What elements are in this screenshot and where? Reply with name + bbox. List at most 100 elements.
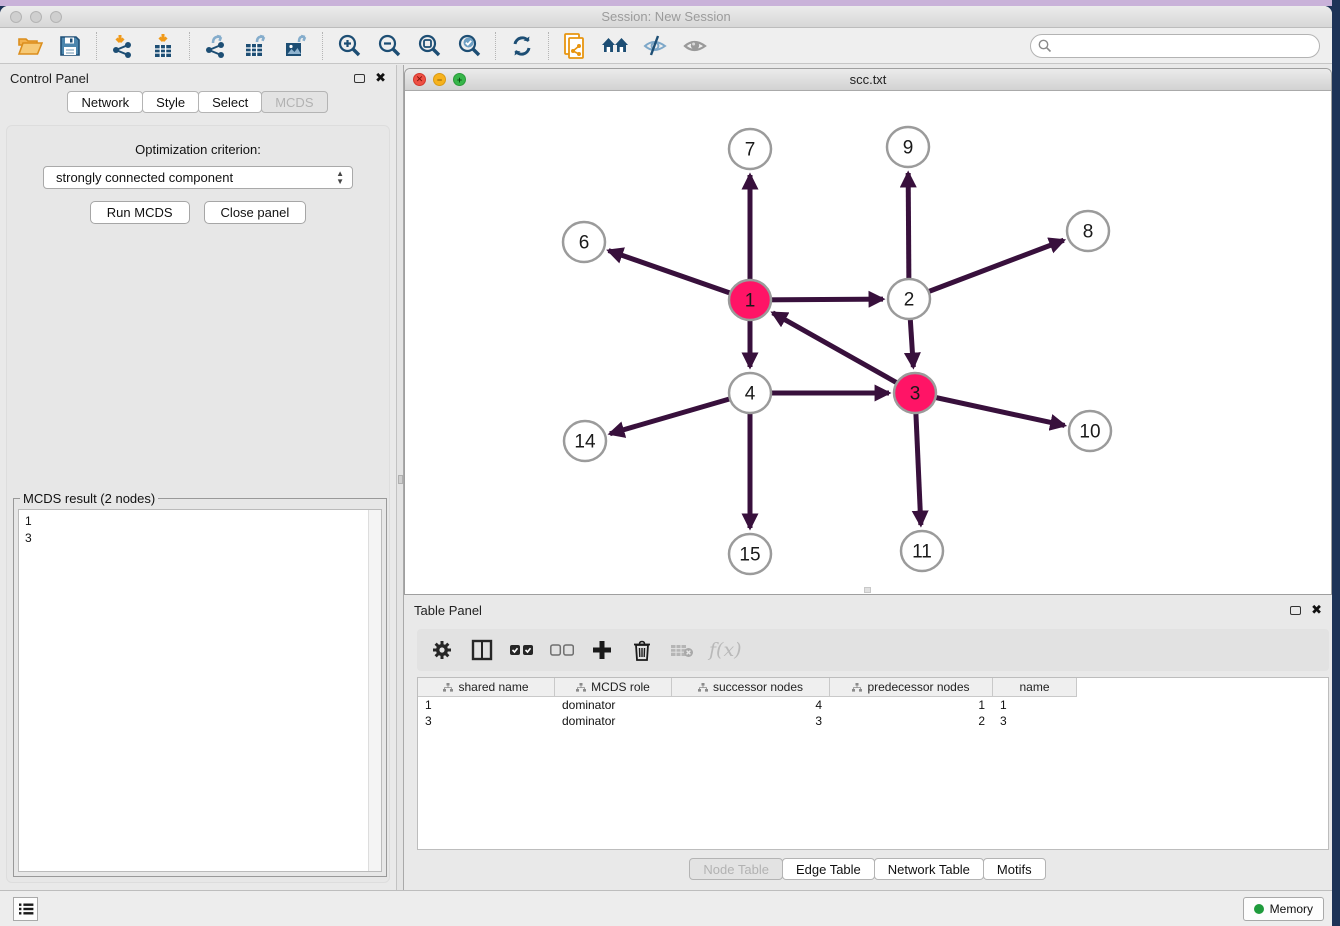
tab-select[interactable]: Select: [198, 91, 262, 113]
network-maximize-button[interactable]: +: [453, 73, 466, 86]
table-cell[interactable]: 3: [993, 713, 1077, 729]
result-scrollbar[interactable]: [368, 510, 381, 871]
optimization-criterion-label: Optimization criterion:: [7, 142, 389, 157]
table-cell[interactable]: dominator: [555, 697, 672, 713]
graph-node-11[interactable]: 11: [901, 531, 943, 571]
zoom-selected-button[interactable]: [454, 32, 484, 60]
table-header-row: shared nameMCDS rolesuccessor nodesprede…: [418, 678, 1328, 697]
column-header-MCDS-role[interactable]: MCDS role: [555, 678, 672, 697]
canvas-grip[interactable]: [864, 587, 871, 593]
attribute-icon: [852, 683, 862, 692]
export-network-button[interactable]: [201, 32, 231, 60]
delete-column-button[interactable]: [629, 637, 655, 663]
show-elements-button[interactable]: [680, 32, 710, 60]
layout-homes-button[interactable]: [600, 32, 630, 60]
column-header-shared-name[interactable]: shared name: [418, 678, 555, 697]
graph-node-6[interactable]: 6: [563, 222, 605, 262]
graph-node-7[interactable]: 7: [729, 129, 771, 169]
table-cell[interactable]: 3: [418, 713, 555, 729]
eye-slash-icon: [641, 34, 669, 58]
table-cell[interactable]: 2: [830, 713, 993, 729]
search-input[interactable]: [1030, 34, 1320, 58]
graph-node-8[interactable]: 8: [1067, 211, 1109, 251]
graph-node-9[interactable]: 9: [887, 127, 929, 167]
float-panel-icon[interactable]: [354, 74, 365, 83]
close-panel-icon[interactable]: ✖: [375, 73, 386, 83]
unselect-all-columns-button[interactable]: [549, 637, 575, 663]
panel-splitter[interactable]: [396, 65, 404, 890]
table-cell[interactable]: 1: [993, 697, 1077, 713]
task-history-button[interactable]: [13, 897, 38, 921]
graph-edge-3-1[interactable]: [773, 313, 915, 393]
table-row[interactable]: 3dominator323: [418, 713, 1328, 729]
import-network-button[interactable]: [108, 32, 138, 60]
graph-edge-1-6[interactable]: [609, 251, 750, 300]
table-tabs: Node TableEdge TableNetwork TableMotifs: [404, 858, 1332, 880]
import-table-button[interactable]: [148, 32, 178, 60]
tab-motifs[interactable]: Motifs: [983, 858, 1046, 880]
zoom-selected-icon: [457, 33, 482, 58]
float-table-panel-icon[interactable]: [1290, 606, 1301, 615]
export-image-button[interactable]: [281, 32, 311, 60]
select-all-columns-button[interactable]: [509, 637, 535, 663]
table-cell[interactable]: 1: [418, 697, 555, 713]
column-header-predecessor-nodes[interactable]: predecessor nodes: [830, 678, 993, 697]
open-session-button[interactable]: [15, 32, 45, 60]
zoom-out-button[interactable]: [374, 32, 404, 60]
save-session-button[interactable]: [55, 32, 85, 60]
graph-node-label: 7: [745, 140, 756, 161]
network-canvas[interactable]: 7 9 6 8 1 2 4 3 14 10 15 11: [405, 91, 1331, 594]
show-columns-button[interactable]: [469, 637, 495, 663]
column-header-successor-nodes[interactable]: successor nodes: [672, 678, 830, 697]
window-zoom-button[interactable]: [50, 11, 62, 23]
tab-network[interactable]: Network: [67, 91, 143, 113]
splitter-grip[interactable]: [398, 475, 403, 484]
delete-table-icon: [670, 642, 694, 658]
window-minimize-button[interactable]: [30, 11, 42, 23]
table-cell[interactable]: 4: [672, 697, 830, 713]
table-panel: Table Panel ✖: [404, 597, 1332, 890]
table-options-button[interactable]: [429, 637, 455, 663]
table-cell[interactable]: 3: [672, 713, 830, 729]
graph-node-3[interactable]: 3: [894, 373, 936, 413]
graph-edge-3-10[interactable]: [915, 393, 1065, 425]
network-close-button[interactable]: ✕: [413, 73, 426, 86]
mcds-result-group: MCDS result (2 nodes) 13: [13, 498, 387, 877]
table-cell[interactable]: dominator: [555, 713, 672, 729]
create-column-button[interactable]: [589, 637, 615, 663]
column-header-name[interactable]: name: [993, 678, 1077, 697]
node-table[interactable]: shared nameMCDS rolesuccessor nodesprede…: [417, 677, 1329, 850]
criterion-select[interactable]: strongly connected component ▲▼: [43, 166, 353, 189]
graph-node-10[interactable]: 10: [1069, 411, 1111, 451]
app-title: Session: New Session: [0, 6, 1332, 27]
tab-edge-table[interactable]: Edge Table: [782, 858, 875, 880]
table-row[interactable]: 1dominator411: [418, 697, 1328, 713]
graph-node-15[interactable]: 15: [729, 534, 771, 574]
close-panel-button[interactable]: Close panel: [204, 201, 307, 224]
tab-style[interactable]: Style: [142, 91, 199, 113]
tab-network-table[interactable]: Network Table: [874, 858, 984, 880]
mcds-result-line: 1: [25, 513, 381, 530]
network-minimize-button[interactable]: −: [433, 73, 446, 86]
memory-status-icon: [1254, 904, 1264, 914]
refresh-button[interactable]: [507, 32, 537, 60]
graph-node-4[interactable]: 4: [729, 373, 771, 413]
graph-node-14[interactable]: 14: [564, 421, 606, 461]
two-houses-icon: [600, 35, 630, 57]
zoom-fit-button[interactable]: [414, 32, 444, 60]
zoom-in-button[interactable]: [334, 32, 364, 60]
table-cell[interactable]: 1: [830, 697, 993, 713]
memory-button[interactable]: Memory: [1243, 897, 1324, 921]
graph-edge-2-8[interactable]: [909, 240, 1064, 299]
new-network-from-file-button[interactable]: [560, 32, 590, 60]
run-mcds-button[interactable]: Run MCDS: [90, 201, 190, 224]
window-close-button[interactable]: [10, 11, 22, 23]
hide-elements-button[interactable]: [640, 32, 670, 60]
tab-mcds[interactable]: MCDS: [261, 91, 327, 113]
export-table-button[interactable]: [241, 32, 271, 60]
tab-node-table[interactable]: Node Table: [689, 858, 783, 880]
mcds-result-text[interactable]: 13: [18, 509, 382, 872]
graph-node-1[interactable]: 1: [729, 280, 771, 320]
close-table-panel-icon[interactable]: ✖: [1311, 605, 1322, 615]
graph-node-2[interactable]: 2: [888, 279, 930, 319]
